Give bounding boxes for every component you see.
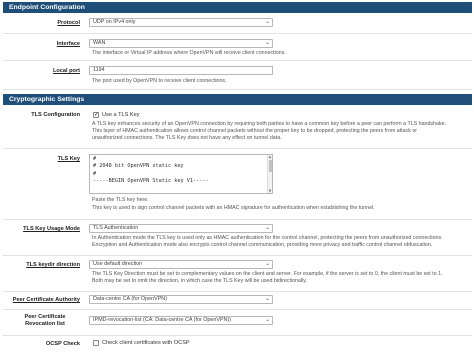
tls-configuration-label: TLS Configuration <box>31 112 80 118</box>
tls-key-usage-select[interactable]: TLS Authentication ⌄ <box>89 224 273 233</box>
tls-keydir-select[interactable]: Use default direction ⌄ <box>89 260 273 269</box>
ocsp-label: OCSP Check <box>45 341 80 347</box>
endpoint-configuration-heading: Endpoint Configuration <box>3 2 472 13</box>
tls-key-usage-row: TLS Key Usage Mode TLS Authentication ⌄ … <box>3 220 472 256</box>
tls-key-line: # 2048 bit OpenVPN static key <box>93 163 184 170</box>
ocsp-row: OCSP Check Check client certificates wit… <box>3 336 472 352</box>
peer-crl-label: Peer Certificate Revocation list <box>24 314 66 327</box>
peer-ca-select[interactable]: Data-centre CA (for OpenVPN) ⌄ <box>89 295 273 304</box>
local-port-value: 1194 <box>93 67 105 73</box>
tls-key-help-1: Paste the TLS key here. <box>92 197 149 203</box>
tls-configuration-row: TLS Configuration ✓ Use a TLS Key A TLS … <box>3 105 472 149</box>
interface-label: Interface <box>56 41 80 47</box>
peer-crl-row: Peer Certificate Revocation list IPMD-re… <box>3 310 472 336</box>
interface-select[interactable]: WAN ⌄ <box>89 39 273 48</box>
tls-key-usage-help-2: Encryption and Authentication mode also … <box>92 242 433 248</box>
tls-key-line: # <box>93 170 97 177</box>
scroll-down-icon[interactable]: ▼ <box>268 189 272 193</box>
tls-key-help-2: This key is used to sign control channel… <box>92 205 375 211</box>
tls-keydir-help-2: Both may be set to omit the direction, i… <box>92 278 308 284</box>
protocol-row: Protocol UDP on IPv4 only ⌄ <box>3 13 472 34</box>
tls-key-textarea[interactable]: # # 2048 bit OpenVPN static key # -----B… <box>89 154 273 194</box>
local-port-input[interactable]: 1194 <box>89 66 273 75</box>
peer-ca-value: Data-centre CA (for OpenVPN) <box>93 296 167 302</box>
tls-keydir-row: TLS keydir direction Use default directi… <box>3 256 472 292</box>
tls-config-help-1: A TLS key enhances security of an OpenVP… <box>92 121 447 127</box>
local-port-row: Local port 1194 The port used by OpenVPN… <box>3 61 472 90</box>
interface-value: WAN <box>93 40 106 46</box>
tls-config-help-2: This layer of HMAC authentication allows… <box>92 128 418 134</box>
tls-keydir-label: TLS keydir direction <box>26 262 80 268</box>
tls-key-usage-value: TLS Authentication <box>93 225 139 231</box>
scroll-thumb[interactable] <box>268 160 272 172</box>
local-port-label: Local port <box>52 68 80 74</box>
tls-key-line: # <box>93 156 97 162</box>
protocol-label: Protocol <box>57 20 80 26</box>
tls-keydir-value: Use default direction <box>93 261 143 267</box>
peer-ca-label: Peer Certificate Authority <box>12 297 80 303</box>
local-port-help: The port used by OpenVPN to receive clie… <box>92 78 227 84</box>
interface-row: Interface WAN ⌄ The interface or Virtual… <box>3 34 472 61</box>
chevron-down-icon: ⌄ <box>264 225 270 231</box>
tls-key-line: -----BEGIN OpenVPN Static key V1----- <box>93 178 209 185</box>
chevron-down-icon: ⌄ <box>264 19 270 25</box>
tls-key-usage-help-1: In Authentication mode the TLS key is us… <box>92 235 443 241</box>
chevron-down-icon: ⌄ <box>264 317 270 323</box>
tls-key-usage-label: TLS Key Usage Mode <box>23 226 80 232</box>
chevron-down-icon: ⌄ <box>264 296 270 302</box>
peer-crl-select[interactable]: IPMD-revocation-list (CA: Data-centre CA… <box>89 316 273 325</box>
peer-ca-row: Peer Certificate Authority Data-centre C… <box>3 292 472 310</box>
use-tls-key-label: Use a TLS Key <box>102 112 140 118</box>
endpoint-heading-text: Endpoint Configuration <box>9 4 85 11</box>
crypto-heading-text: Cryptographic Settings <box>9 96 85 103</box>
protocol-value: UDP on IPv4 only <box>93 19 136 25</box>
ocsp-checkbox-label: Check client certificates with OCSP <box>102 340 190 346</box>
interface-help: The interface or Virtual IP address wher… <box>92 50 286 56</box>
tls-key-scrollbar[interactable]: ▲ ▼ <box>267 155 272 193</box>
chevron-down-icon: ⌄ <box>264 40 270 46</box>
scroll-up-icon[interactable]: ▲ <box>268 155 272 159</box>
protocol-select[interactable]: UDP on IPv4 only ⌄ <box>89 18 273 27</box>
ocsp-checkbox[interactable] <box>93 340 99 346</box>
use-tls-key-checkbox[interactable]: ✓ <box>93 112 99 118</box>
cryptographic-settings-heading: Cryptographic Settings <box>3 94 472 105</box>
tls-config-help-3: unauthorized connections. The TLS Key do… <box>92 135 282 141</box>
tls-key-row: TLS Key # # 2048 bit OpenVPN static key … <box>3 149 472 220</box>
tls-keydir-help-1: The TLS Key Direction must be set to com… <box>92 271 443 277</box>
peer-crl-value: IPMD-revocation-list (CA: Data-centre CA… <box>93 317 232 323</box>
chevron-down-icon: ⌄ <box>264 261 270 267</box>
tls-key-label: TLS Key <box>57 156 80 162</box>
